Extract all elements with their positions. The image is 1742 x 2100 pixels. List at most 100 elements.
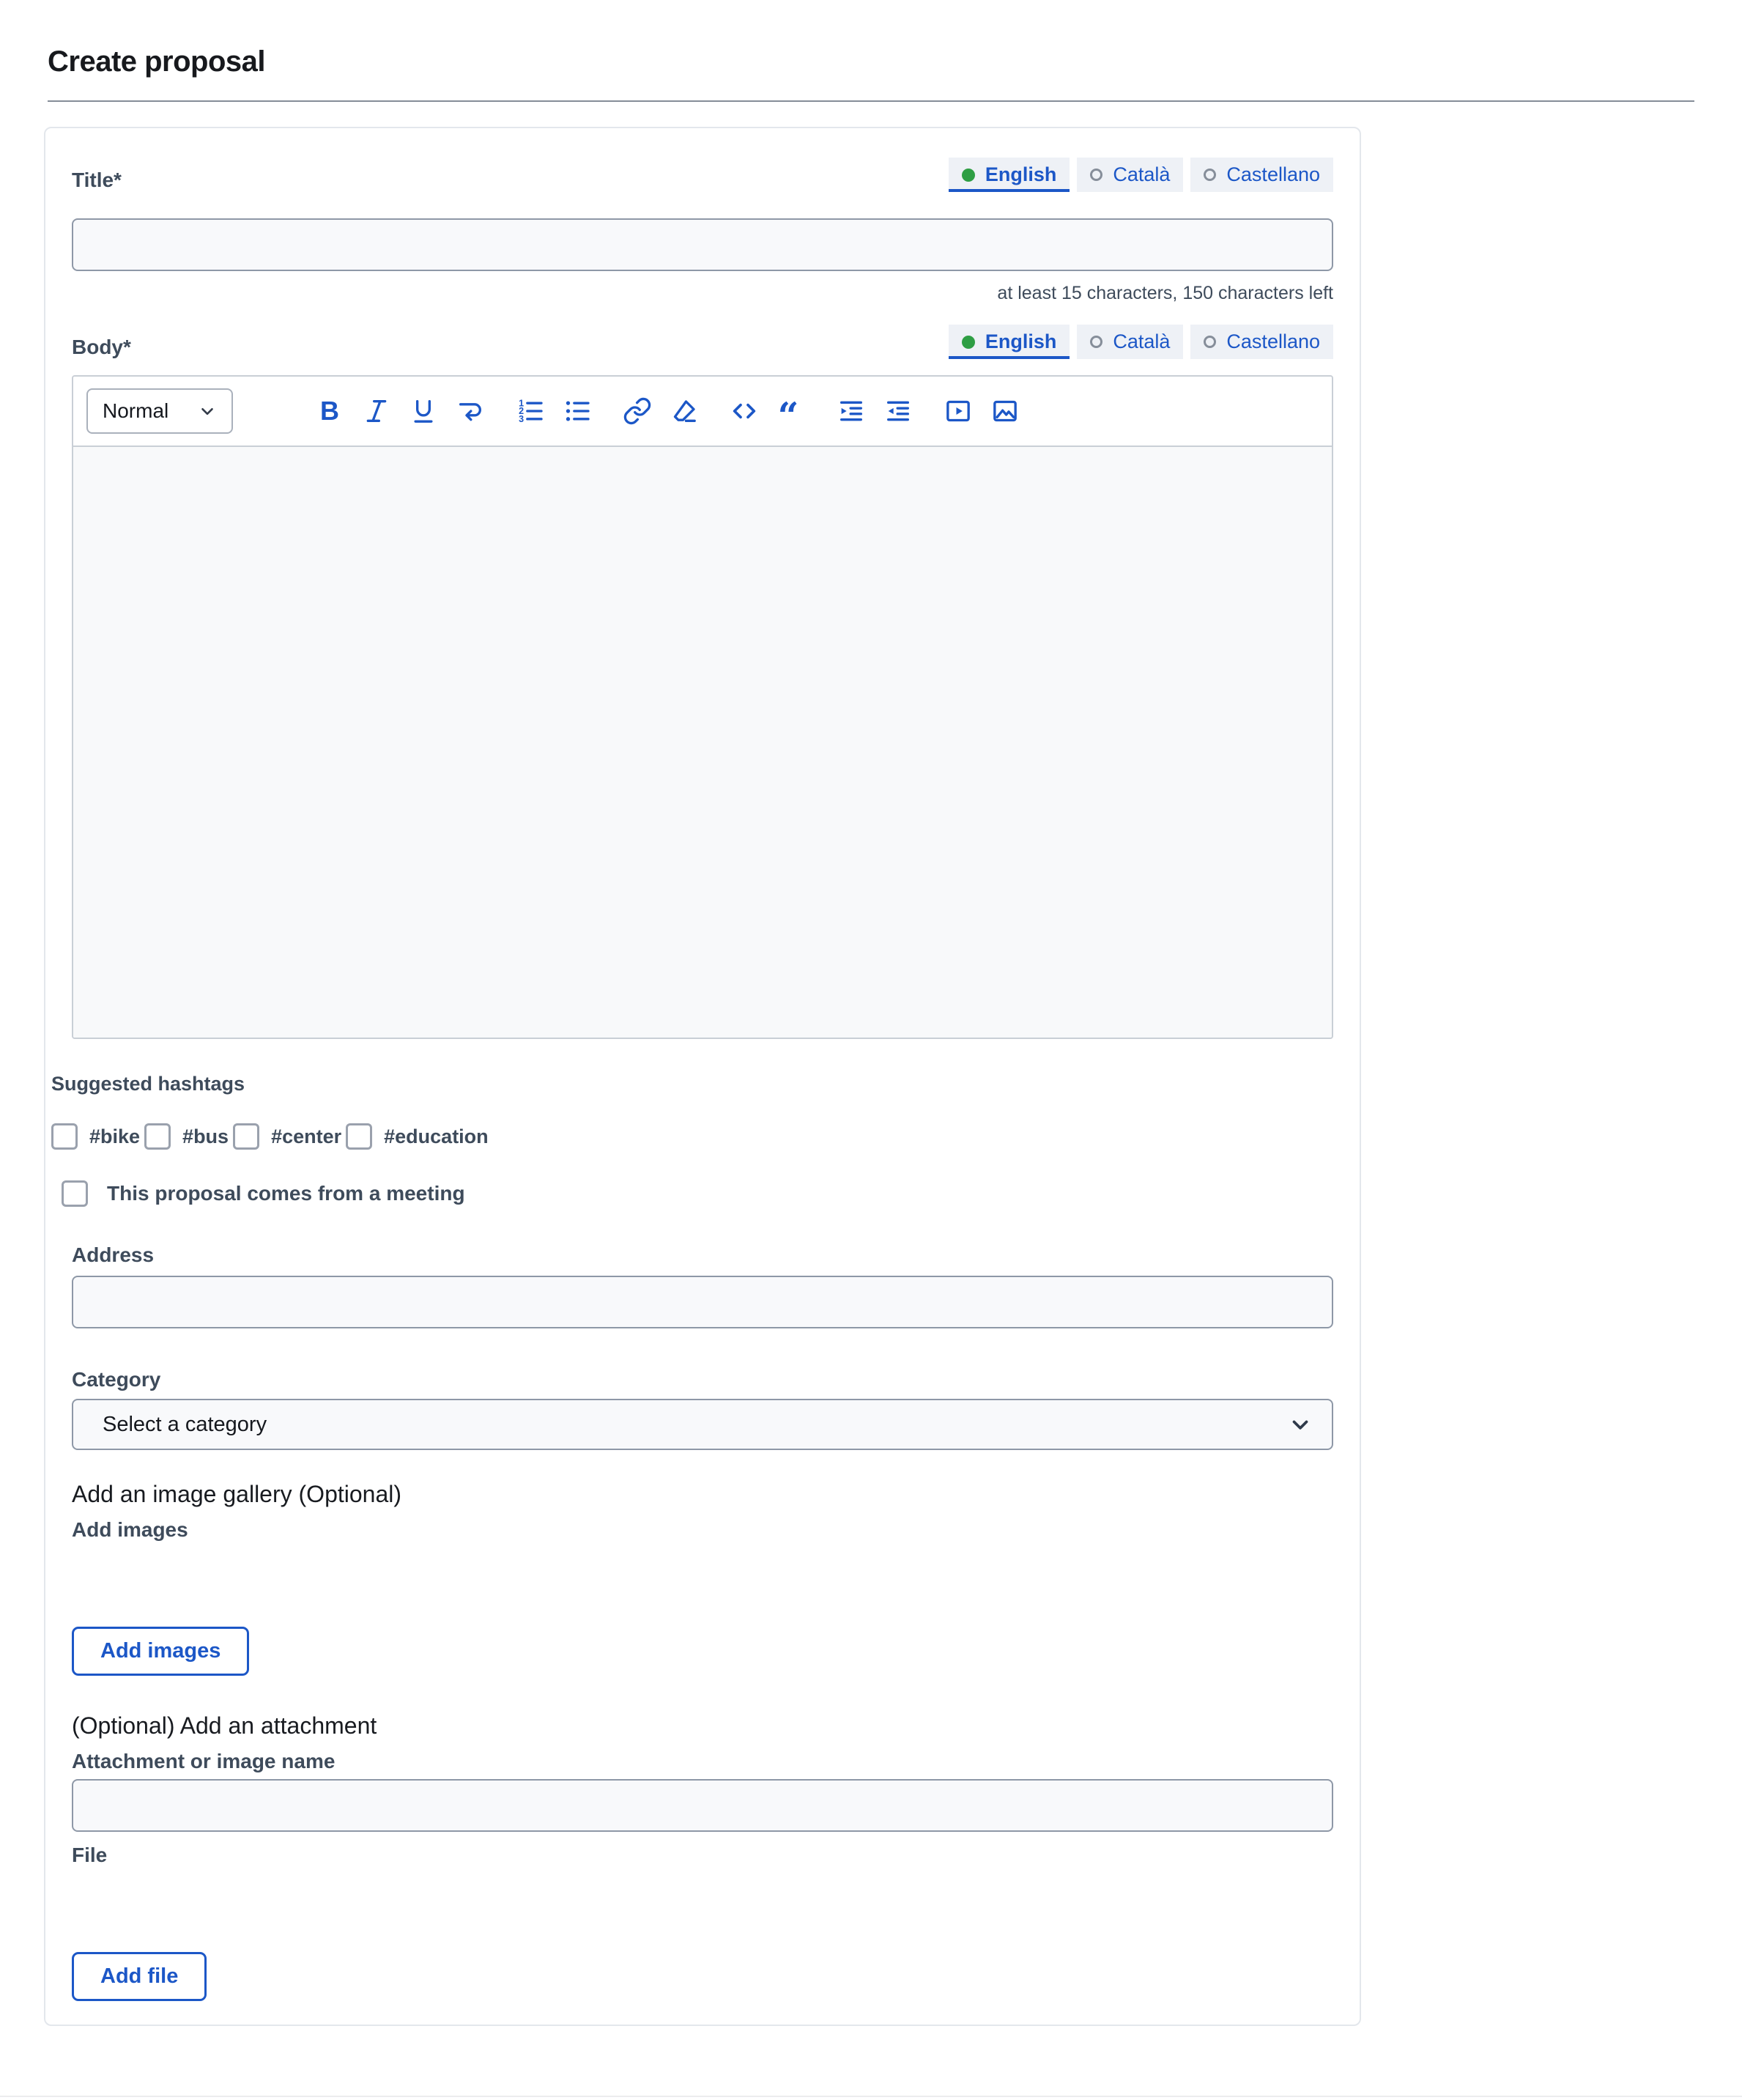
active-language-dot-icon	[962, 336, 975, 349]
toolbar-link-button[interactable]	[621, 395, 653, 427]
title-language-tabs: English Català Castellano	[949, 158, 1333, 192]
chevron-down-icon	[198, 402, 217, 421]
language-radio-icon	[1090, 336, 1102, 348]
add-images-label: Add images	[72, 1518, 1333, 1542]
title-hint: at least 15 characters, 150 characters l…	[72, 283, 1333, 304]
indent-increase-icon	[837, 396, 866, 426]
page-bottom-divider	[0, 2096, 1742, 2097]
language-tab-label: English	[985, 330, 1057, 353]
add-images-button[interactable]: Add images	[72, 1627, 249, 1676]
suggested-hashtags-heading: Suggested hashtags	[51, 1073, 1333, 1095]
attachment-name-input[interactable]	[72, 1779, 1333, 1832]
hashtag-label: #center	[271, 1125, 341, 1148]
toolbar-unordered-list-button[interactable]	[561, 395, 593, 427]
active-language-dot-icon	[962, 169, 975, 182]
body-editor-area[interactable]	[73, 447, 1332, 1038]
hashtag-item-education[interactable]: #education	[346, 1123, 489, 1150]
page-title: Create proposal	[48, 45, 1742, 78]
toolbar-underline-button[interactable]	[407, 395, 440, 427]
title-label: Title*	[72, 169, 122, 192]
toolbar-ordered-list-button[interactable]: 123	[514, 395, 546, 427]
paragraph-style-value: Normal	[103, 399, 168, 423]
toolbar-indent-decrease-button[interactable]	[882, 395, 914, 427]
language-radio-icon	[1204, 169, 1216, 181]
body-language-tabs: English Català Castellano	[949, 325, 1333, 359]
svg-text:“: “	[778, 396, 799, 426]
ordered-list-icon: 123	[516, 396, 545, 426]
language-tab-label: Català	[1113, 330, 1170, 353]
editor-tool-buttons: B 123 “	[314, 395, 1021, 427]
code-icon	[730, 396, 759, 426]
video-icon	[944, 396, 973, 426]
attachment-section-heading: (Optional) Add an attachment	[72, 1712, 1333, 1739]
language-tab-label: Català	[1113, 163, 1170, 186]
address-label: Address	[72, 1243, 1333, 1267]
meeting-checkbox-row[interactable]: This proposal comes from a meeting	[62, 1180, 1333, 1207]
blockquote-icon: “	[777, 396, 806, 426]
language-tab-català[interactable]: Català	[1077, 158, 1183, 192]
hashtag-item-bus[interactable]: #bus	[144, 1123, 229, 1150]
file-label: File	[72, 1844, 1333, 1867]
toolbar-clear-format-button[interactable]	[668, 395, 700, 427]
address-input[interactable]	[72, 1276, 1333, 1328]
language-tab-english[interactable]: English	[949, 325, 1070, 359]
hashtag-checkbox-bus[interactable]	[144, 1123, 171, 1150]
toolbar-video-button[interactable]	[942, 395, 974, 427]
toolbar-text-wrap-button[interactable]	[454, 395, 486, 427]
hashtag-checkbox-bike[interactable]	[51, 1123, 78, 1150]
gallery-section-heading: Add an image gallery (Optional)	[72, 1481, 1333, 1508]
indent-decrease-icon	[883, 396, 913, 426]
toolbar-indent-increase-button[interactable]	[835, 395, 867, 427]
add-file-button[interactable]: Add file	[72, 1952, 207, 2001]
language-tab-english[interactable]: English	[949, 158, 1070, 192]
category-label: Category	[72, 1368, 1333, 1391]
unordered-list-icon	[563, 396, 592, 426]
eraser-icon	[670, 396, 699, 426]
image-icon	[990, 396, 1020, 426]
meeting-checkbox-label: This proposal comes from a meeting	[107, 1182, 465, 1205]
proposal-form-card: Title* English Català Castellano at least …	[44, 127, 1361, 2026]
language-tab-castellano[interactable]: Castellano	[1190, 158, 1333, 192]
file-dropzone	[72, 1867, 1333, 1949]
hashtag-item-bike[interactable]: #bike	[51, 1123, 140, 1150]
category-select[interactable]: Select a category	[72, 1399, 1333, 1450]
meeting-checkbox[interactable]	[62, 1180, 88, 1207]
hashtag-checkbox-row: #bike #bus #center #education	[51, 1123, 1333, 1150]
attachment-name-label: Attachment or image name	[72, 1750, 1333, 1773]
body-label: Body*	[72, 336, 131, 359]
language-radio-icon	[1090, 169, 1102, 181]
text-wrap-icon	[456, 396, 485, 426]
hashtag-checkbox-center[interactable]	[233, 1123, 259, 1150]
link-icon	[623, 396, 652, 426]
rich-text-editor: Normal B 123 “	[72, 375, 1333, 1039]
toolbar-code-button[interactable]	[728, 395, 760, 427]
language-tab-label: Castellano	[1226, 163, 1320, 186]
underline-icon	[409, 396, 438, 426]
suggested-hashtags-section: Suggested hashtags #bike #bus #center #educ…	[51, 1073, 1333, 1150]
category-select-value: Select a category	[103, 1413, 267, 1437]
title-input[interactable]	[72, 218, 1333, 271]
chevron-down-icon	[1288, 1412, 1313, 1437]
hashtag-item-center[interactable]: #center	[233, 1123, 341, 1150]
language-radio-icon	[1204, 336, 1216, 348]
editor-toolbar: Normal B 123 “	[73, 377, 1332, 447]
hashtag-checkbox-education[interactable]	[346, 1123, 372, 1150]
italic-icon	[362, 396, 391, 426]
toolbar-image-button[interactable]	[989, 395, 1021, 427]
hashtag-label: #education	[384, 1125, 489, 1148]
image-dropzone	[72, 1542, 1333, 1624]
hashtag-label: #bus	[182, 1125, 229, 1148]
language-tab-català[interactable]: Català	[1077, 325, 1183, 359]
paragraph-style-select[interactable]: Normal	[86, 388, 233, 434]
language-tab-label: English	[985, 163, 1057, 186]
toolbar-bold-button[interactable]: B	[314, 395, 346, 427]
hashtag-label: #bike	[89, 1125, 140, 1148]
toolbar-italic-button[interactable]	[360, 395, 393, 427]
toolbar-blockquote-button[interactable]: “	[775, 395, 807, 427]
body-field-header: Body* English Català Castellano	[72, 325, 1333, 359]
title-field-header: Title* English Català Castellano	[72, 158, 1333, 192]
language-tab-label: Castellano	[1226, 330, 1320, 353]
svg-text:3: 3	[519, 414, 524, 424]
bold-icon: B	[320, 396, 339, 426]
language-tab-castellano[interactable]: Castellano	[1190, 325, 1333, 359]
